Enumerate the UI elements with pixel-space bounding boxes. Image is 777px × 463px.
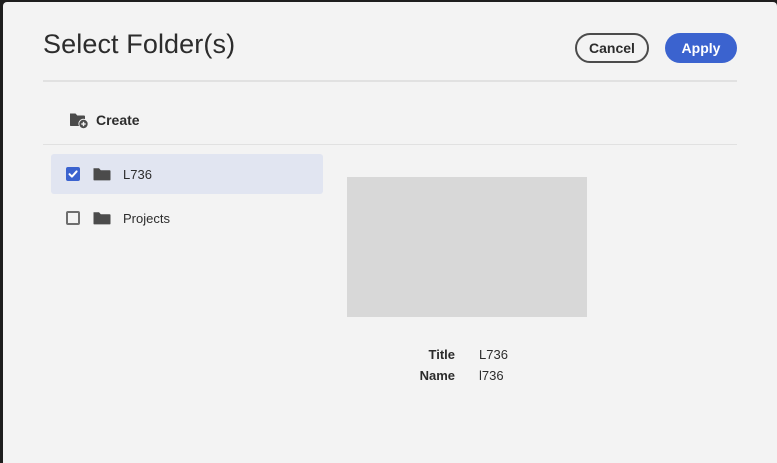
folder-checkbox-l736[interactable] — [66, 167, 80, 181]
folder-icon — [93, 167, 111, 181]
folder-add-icon — [70, 113, 88, 129]
details-values: L736 l736 — [479, 344, 508, 386]
folder-preview-thumbnail — [347, 177, 587, 317]
create-label: Create — [96, 112, 140, 128]
dialog-title: Select Folder(s) — [43, 29, 236, 59]
folder-item-projects[interactable]: Projects — [51, 198, 323, 238]
folder-label: L736 — [123, 166, 152, 182]
toolbar-divider — [43, 144, 737, 145]
folder-checkbox-projects[interactable] — [66, 211, 80, 225]
name-value: l736 — [479, 368, 504, 383]
title-key: Title — [428, 347, 456, 362]
details-keys: Title Name — [363, 344, 455, 386]
cancel-button[interactable]: Cancel — [575, 33, 649, 63]
create-folder-button[interactable]: Create — [69, 111, 140, 129]
apply-button[interactable]: Apply — [665, 33, 737, 63]
folder-label: Projects — [123, 210, 170, 226]
title-value: L736 — [479, 347, 508, 362]
folder-item-l736[interactable]: L736 — [51, 154, 323, 194]
name-key: Name — [419, 368, 455, 383]
select-folder-dialog: Select Folder(s) Cancel Apply Create L73… — [3, 2, 777, 463]
header-divider — [43, 80, 737, 82]
checkmark-icon — [68, 170, 78, 178]
folder-icon — [93, 211, 111, 225]
